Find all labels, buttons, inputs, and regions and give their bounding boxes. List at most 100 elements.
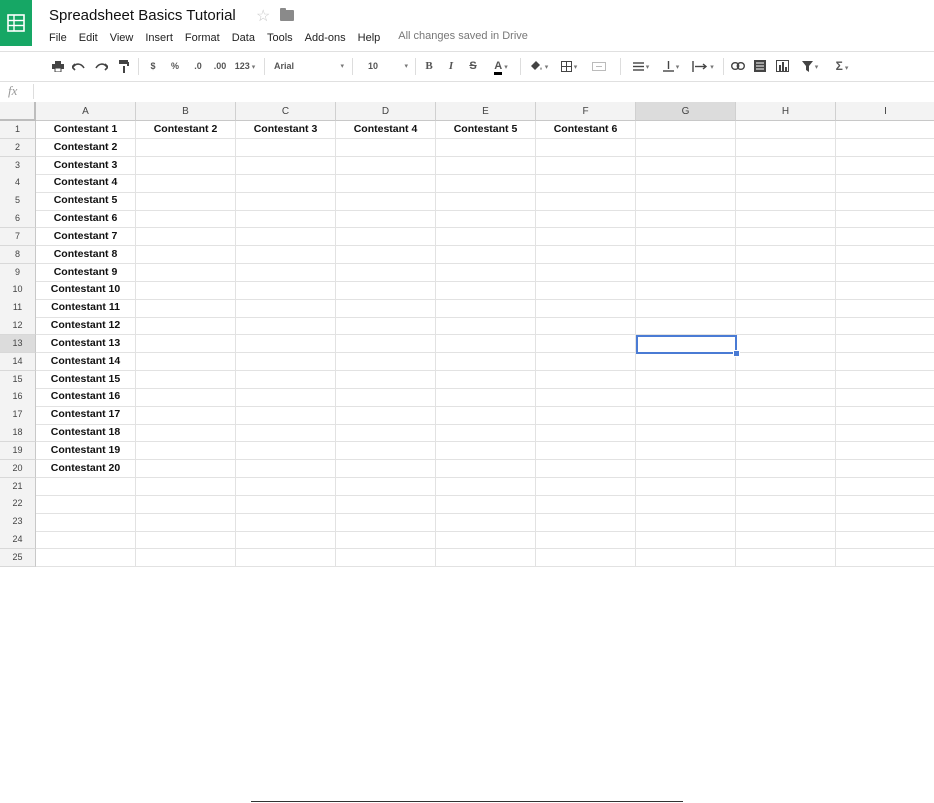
cell-h19[interactable] <box>736 441 836 461</box>
font-size-select[interactable]: 10 ▾ <box>360 52 410 81</box>
cell-h23[interactable] <box>736 513 836 532</box>
cell-c9[interactable] <box>236 263 336 282</box>
column-header-b[interactable]: B <box>136 102 236 121</box>
cell-h2[interactable] <box>736 138 836 158</box>
column-header-e[interactable]: E <box>436 102 536 121</box>
menu-addons[interactable]: Add-ons <box>305 30 346 46</box>
cell-c5[interactable] <box>236 192 336 211</box>
cell-d16[interactable] <box>336 388 436 407</box>
row-header-16[interactable]: 16 <box>0 388 36 407</box>
cell-b8[interactable] <box>136 245 236 265</box>
cell-i11[interactable] <box>836 299 934 318</box>
cell-f3[interactable] <box>536 156 636 175</box>
cell-a14[interactable]: Contestant 14 <box>36 352 136 372</box>
column-header-h[interactable]: H <box>736 102 836 121</box>
align-vertical-icon[interactable]: ▾ <box>658 52 684 81</box>
cell-i2[interactable] <box>836 139 934 158</box>
save-status[interactable]: All changes saved in Drive <box>398 30 528 46</box>
cell-g2[interactable] <box>636 138 736 158</box>
cell-f19[interactable] <box>536 441 636 461</box>
cell-e12[interactable] <box>436 317 536 336</box>
cell-d18[interactable] <box>336 424 436 443</box>
row-header-21[interactable]: 21 <box>0 477 36 496</box>
cell-h5[interactable] <box>736 192 836 211</box>
cell-d22[interactable] <box>336 495 436 514</box>
menu-help[interactable]: Help <box>358 30 381 46</box>
cell-h4[interactable] <box>736 174 836 193</box>
cell-h11[interactable] <box>736 299 836 318</box>
cell-c18[interactable] <box>236 424 336 443</box>
cell-h17[interactable] <box>736 406 836 425</box>
cell-f24[interactable] <box>536 531 636 550</box>
cell-e11[interactable] <box>436 299 536 318</box>
cell-h20[interactable] <box>736 459 836 479</box>
row-header-20[interactable]: 20 <box>0 459 36 479</box>
cell-b12[interactable] <box>136 317 236 336</box>
cell-g11[interactable] <box>636 299 736 318</box>
cell-f10[interactable] <box>536 281 636 300</box>
cell-b4[interactable] <box>136 174 236 193</box>
row-header-24[interactable]: 24 <box>0 531 36 550</box>
cell-h22[interactable] <box>736 495 836 514</box>
cell-i22[interactable] <box>836 495 934 514</box>
cell-h12[interactable] <box>736 317 836 336</box>
cell-a8[interactable]: Contestant 8 <box>36 245 136 265</box>
row-header-18[interactable]: 18 <box>0 424 36 443</box>
cell-f22[interactable] <box>536 495 636 514</box>
cell-b25[interactable] <box>136 548 236 568</box>
cell-f15[interactable] <box>536 370 636 389</box>
menu-tools[interactable]: Tools <box>267 30 293 46</box>
cell-d15[interactable] <box>336 370 436 389</box>
cell-i21[interactable] <box>836 478 934 496</box>
merge-cells-icon[interactable] <box>586 52 612 81</box>
cell-a20[interactable]: Contestant 20 <box>36 459 136 479</box>
cell-i17[interactable] <box>836 406 934 425</box>
document-title[interactable]: Spreadsheet Basics Tutorial <box>49 7 236 24</box>
cell-g15[interactable] <box>636 370 736 389</box>
cell-c12[interactable] <box>236 317 336 336</box>
cell-f17[interactable] <box>536 406 636 425</box>
currency-button[interactable]: $ <box>146 52 160 81</box>
cell-d14[interactable] <box>336 352 436 372</box>
cell-a15[interactable]: Contestant 15 <box>36 370 136 389</box>
cell-b6[interactable] <box>136 210 236 229</box>
row-header-17[interactable]: 17 <box>0 406 36 425</box>
cell-f8[interactable] <box>536 245 636 265</box>
cell-a10[interactable]: Contestant 10 <box>36 281 136 300</box>
redo-icon[interactable] <box>93 52 109 81</box>
folder-icon[interactable] <box>280 8 294 21</box>
cell-h25[interactable] <box>736 548 836 568</box>
cell-b21[interactable] <box>136 477 236 496</box>
cell-c3[interactable] <box>236 156 336 175</box>
select-all-corner[interactable] <box>0 102 36 121</box>
cell-c13[interactable] <box>236 334 336 354</box>
row-header-5[interactable]: 5 <box>0 192 36 211</box>
font-family-select[interactable]: Arial ▾ <box>270 52 346 81</box>
cell-i6[interactable] <box>836 210 934 229</box>
cell-g10[interactable] <box>636 281 736 300</box>
cell-i12[interactable] <box>836 317 934 336</box>
paint-format-icon[interactable] <box>116 52 132 81</box>
cell-h6[interactable] <box>736 210 836 229</box>
insert-link-icon[interactable] <box>729 52 747 81</box>
row-header-6[interactable]: 6 <box>0 210 36 229</box>
cell-i13[interactable] <box>836 335 934 354</box>
cell-c17[interactable] <box>236 406 336 425</box>
cell-d23[interactable] <box>336 513 436 532</box>
cell-h7[interactable] <box>736 227 836 247</box>
cell-a18[interactable]: Contestant 18 <box>36 424 136 443</box>
cell-f6[interactable] <box>536 210 636 229</box>
menu-data[interactable]: Data <box>232 30 255 46</box>
cell-g17[interactable] <box>636 406 736 425</box>
cell-e17[interactable] <box>436 406 536 425</box>
cell-b23[interactable] <box>136 513 236 532</box>
cell-c16[interactable] <box>236 388 336 407</box>
row-header-11[interactable]: 11 <box>0 299 36 318</box>
cell-e6[interactable] <box>436 210 536 229</box>
cell-i4[interactable] <box>836 174 934 193</box>
cell-h13[interactable] <box>736 334 836 354</box>
menu-insert[interactable]: Insert <box>145 30 173 46</box>
column-header-g[interactable]: G <box>636 102 736 121</box>
cell-d8[interactable] <box>336 245 436 265</box>
cell-e8[interactable] <box>436 245 536 265</box>
